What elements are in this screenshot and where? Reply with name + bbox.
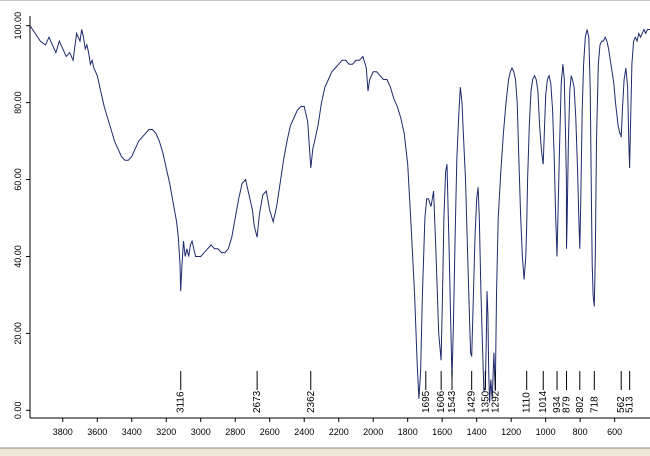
peak-label: 1429 xyxy=(467,390,478,413)
y-tick-label: 40.00 xyxy=(13,245,23,268)
peak-label: 802 xyxy=(575,396,586,413)
x-axis: 3800 3600 3400 3200 3000 2800 2600 2400 2200 2000… xyxy=(53,418,622,437)
x-tick-label: 1600 xyxy=(432,427,452,437)
peak-label: 1606 xyxy=(436,390,447,413)
x-tick-label: 3000 xyxy=(191,427,211,437)
chart-frame xyxy=(0,0,650,419)
x-tick-label: 3200 xyxy=(156,427,176,437)
x-tick-label: 1800 xyxy=(398,427,418,437)
x-tick-label: 800 xyxy=(573,427,588,437)
x-tick-label: 2400 xyxy=(294,427,314,437)
y-tick-label: 0.00 xyxy=(13,402,23,420)
peak-label: 3116 xyxy=(176,391,187,413)
x-tick-label: 3400 xyxy=(122,427,142,437)
peak-label: 1543 xyxy=(447,390,458,413)
x-tick-label: 600 xyxy=(607,427,622,437)
y-tick-label: 20.00 xyxy=(13,322,23,345)
peak-label: 513 xyxy=(625,396,636,413)
bottom-strip xyxy=(0,448,650,456)
x-tick-label: 2600 xyxy=(260,427,280,437)
chart-svg: 100.0080.0060.0040.0020.000.00 3800 3600 3… xyxy=(0,0,650,456)
peak-label: 718 xyxy=(589,396,600,413)
spectrum-series xyxy=(29,25,650,403)
peak-label: 2362 xyxy=(306,390,317,413)
y-axis: 100.00 80.00 60.00 40.00 20.00 0.00 xyxy=(13,12,30,419)
peak-label: 1110 xyxy=(522,392,533,413)
x-tick-label: 2000 xyxy=(363,427,383,437)
peak-label: 1695 xyxy=(421,390,432,413)
spectrum-line xyxy=(29,25,650,403)
x-tick-label: 3600 xyxy=(87,427,107,437)
peak-label: 879 xyxy=(562,396,573,413)
peak-markers: 3116 2673 2362 1695 1606 1543 1429 1350 1292 1110… xyxy=(176,371,636,413)
x-tick-label: 2200 xyxy=(329,427,349,437)
peak-label: 1014 xyxy=(538,390,549,413)
ir-spectrum-chart: 100.00 80.00 60.00 40.00 20.00 0.00 3800 3600 3… xyxy=(0,0,650,456)
peak-label: 2673 xyxy=(252,390,263,413)
y-tick-label: 80.00 xyxy=(13,91,23,114)
window-bottom-strip xyxy=(0,447,650,456)
x-tick-label: 1200 xyxy=(501,427,521,437)
x-tick-label: 1000 xyxy=(536,427,556,437)
x-tick-label: 3800 xyxy=(53,427,73,437)
y-tick-label: 100.00 xyxy=(13,12,23,40)
y-tick-label: 60.00 xyxy=(13,168,23,191)
x-tick-label: 1400 xyxy=(467,427,487,437)
x-tick-label: 2800 xyxy=(225,427,245,437)
peak-label: 1292 xyxy=(490,390,501,413)
